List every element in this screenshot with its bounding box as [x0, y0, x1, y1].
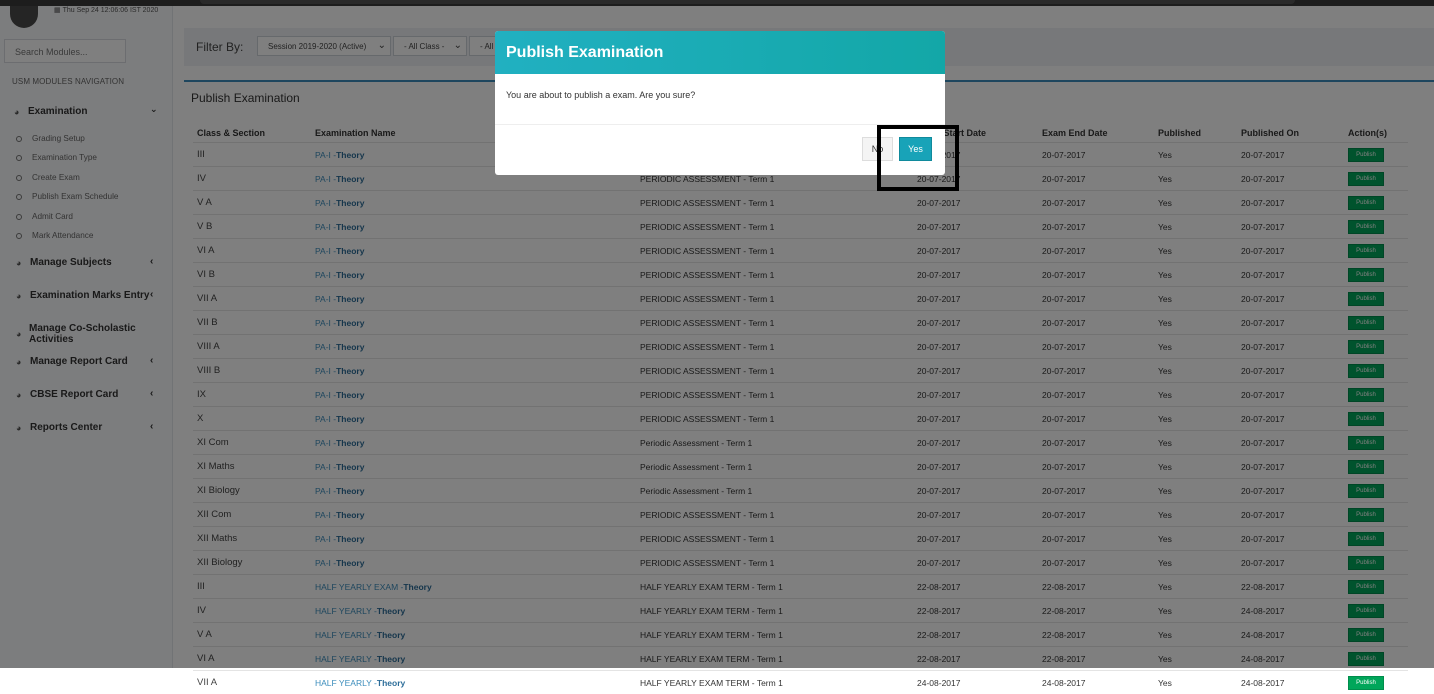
- dialog-message: You are about to publish a exam. Are you…: [495, 74, 945, 125]
- publish-button[interactable]: Publish: [1348, 676, 1384, 690]
- exam-type: Theory: [377, 678, 405, 688]
- table-row: VII A HALF YEARLY -Theory HALF YEARLY EXAM…: [193, 671, 1408, 694]
- dialog-title: Publish Examination: [495, 31, 945, 74]
- table-cell: Publish: [1344, 671, 1408, 694]
- table-cell: 24-08-2017: [1038, 671, 1154, 694]
- cell-text: Yes: [1158, 678, 1172, 688]
- table-cell: 24-08-2017: [1237, 671, 1344, 694]
- cell-text: 24-08-2017: [1042, 678, 1085, 688]
- exam-name-link[interactable]: HALF YEARLY -Theory: [315, 678, 405, 688]
- table-cell: Yes: [1154, 671, 1237, 694]
- cell-text: HALF YEARLY EXAM TERM - Term 1: [640, 678, 783, 688]
- cell-text: 24-08-2017: [1241, 678, 1284, 688]
- exam-name: HALF YEARLY -: [315, 678, 377, 688]
- cell-text: VII A: [197, 677, 217, 688]
- cell-text: 24-08-2017: [917, 678, 960, 688]
- table-cell: HALF YEARLY EXAM TERM - Term 1: [636, 671, 913, 694]
- table-cell: 24-08-2017: [913, 671, 1038, 694]
- table-cell: HALF YEARLY -Theory: [311, 671, 636, 694]
- table-cell: VII A: [193, 671, 311, 694]
- highlight-box: [877, 125, 959, 191]
